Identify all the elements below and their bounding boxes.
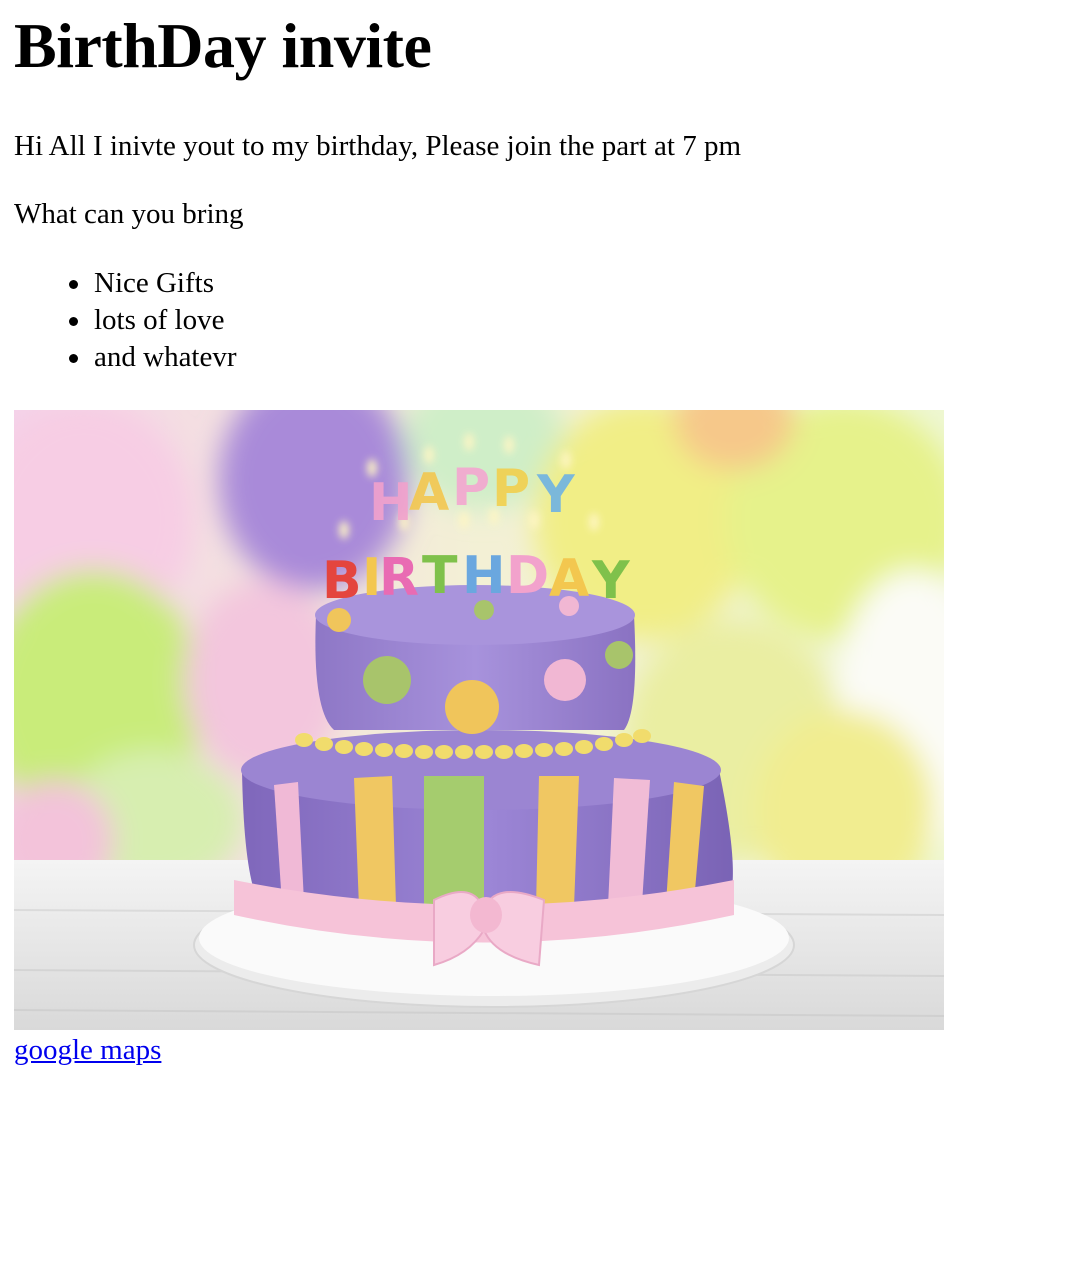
- svg-text:D: D: [506, 546, 549, 606]
- bring-list: Nice Gifts lots of love and whatevr: [14, 265, 1070, 376]
- svg-text:P: P: [492, 459, 530, 519]
- svg-text:R: R: [379, 548, 419, 608]
- page-content: BirthDay invite Hi All I inivte yout to …: [14, 0, 1070, 1070]
- svg-text:Y: Y: [591, 551, 631, 611]
- invite-text: Hi All I inivte yout to my birthday, Ple…: [14, 130, 742, 162]
- list-item-label: and whatevr: [94, 341, 237, 373]
- svg-text:H: H: [369, 473, 413, 533]
- page-title: BirthDay invite: [14, 10, 432, 81]
- svg-text:H: H: [462, 546, 506, 606]
- cake-illustration: H A P P Y B I R T H D A Y: [14, 410, 944, 1030]
- bullet-icon: [69, 354, 78, 363]
- list-item: Nice Gifts: [69, 265, 1070, 302]
- list-item: lots of love: [69, 302, 1070, 339]
- bring-prompt: What can you bring: [14, 198, 244, 230]
- svg-text:Y: Y: [536, 465, 576, 525]
- google-maps-link[interactable]: google maps: [14, 1030, 161, 1070]
- bullet-icon: [69, 280, 78, 289]
- svg-text:T: T: [422, 546, 458, 606]
- svg-text:B: B: [322, 551, 362, 611]
- svg-text:P: P: [452, 458, 490, 518]
- list-item: and whatevr: [69, 339, 1070, 376]
- birthday-cake-image: H A P P Y B I R T H D A Y: [14, 410, 944, 1030]
- list-item-label: Nice Gifts: [94, 267, 214, 299]
- svg-text:A: A: [409, 463, 449, 523]
- svg-text:A: A: [549, 549, 589, 609]
- bullet-icon: [69, 317, 78, 326]
- list-item-label: lots of love: [94, 304, 225, 336]
